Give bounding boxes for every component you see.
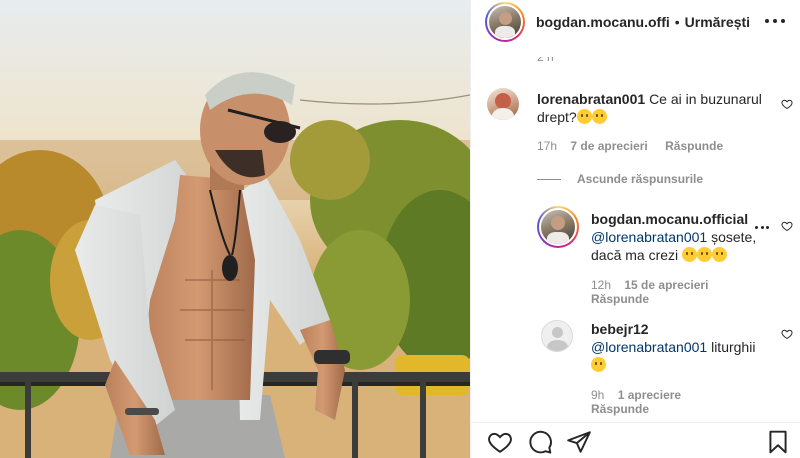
replier-avatar[interactable] — [537, 206, 579, 248]
reply-mention[interactable]: @lorenabratan001 — [591, 229, 707, 245]
author-username[interactable]: bogdan.mocanu.offi — [536, 14, 670, 30]
post-photo[interactable] — [0, 0, 470, 458]
header-separator: • — [674, 14, 680, 30]
more-dots-icon[interactable] — [765, 11, 785, 31]
following-button[interactable]: Urmărești — [685, 14, 750, 30]
like-heart-icon[interactable] — [487, 429, 513, 455]
comment-likes[interactable]: 7 de aprecieri — [570, 139, 647, 153]
reply-item: bogdan.mocanu.official @lorenabratan001 … — [471, 194, 800, 314]
replier-username[interactable]: bogdan.mocanu.official — [591, 211, 748, 227]
replier-avatar[interactable] — [541, 320, 573, 352]
reply-emoji — [682, 247, 728, 263]
share-plane-icon[interactable] — [566, 429, 592, 455]
reply-emoji — [591, 357, 606, 373]
reply-text: liturghii — [707, 339, 756, 355]
commenter-username[interactable]: lorenabratan001 — [537, 91, 645, 107]
comments-panel: bogdan.mocanu.offi • Urmărești 2 h loren… — [470, 0, 800, 458]
reply-button[interactable]: Răspunde — [665, 139, 723, 153]
reply-button[interactable]: Răspunde — [591, 402, 649, 416]
hide-replies-button[interactable]: Ascunde răspunsurile — [537, 172, 703, 186]
hide-replies-label: Ascunde răspunsurile — [577, 172, 704, 186]
reply-time: 12h — [591, 278, 612, 292]
comment-time: 17h — [537, 139, 558, 153]
reply-like-heart-icon[interactable] — [781, 328, 793, 340]
reply-like-heart-icon[interactable] — [781, 220, 793, 232]
reply-time: 9h — [591, 388, 605, 402]
hide-replies-divider — [537, 178, 561, 180]
post-action-bar — [471, 422, 800, 458]
reply-mention[interactable]: @lorenabratan001 — [591, 339, 707, 355]
comment-item: lorenabratan001 Ce ai in buzunarul drept… — [471, 44, 800, 164]
comment-emoji — [576, 109, 607, 125]
commenter-avatar[interactable] — [487, 88, 519, 120]
save-bookmark-icon[interactable] — [765, 429, 791, 455]
author-avatar[interactable] — [485, 2, 525, 42]
reply-more-dots-icon[interactable] — [755, 226, 769, 230]
reply-button[interactable]: Răspunde — [591, 292, 649, 306]
reply-likes[interactable]: 1 apreciere — [618, 388, 681, 402]
post-photo-image — [0, 0, 470, 458]
reply-likes[interactable]: 15 de aprecieri — [624, 278, 708, 292]
comment-bubble-icon[interactable] — [527, 429, 553, 455]
comment-like-heart-icon[interactable] — [781, 98, 793, 110]
post-header: bogdan.mocanu.offi • Urmărești — [471, 0, 800, 44]
replier-username[interactable]: bebejr12 — [591, 321, 649, 337]
comments-list[interactable]: 2 h lorenabratan001 Ce ai in buzunarul d… — [471, 44, 800, 422]
reply-item: bebejr12 @lorenabratan001 liturghii 9h 1… — [471, 314, 800, 422]
